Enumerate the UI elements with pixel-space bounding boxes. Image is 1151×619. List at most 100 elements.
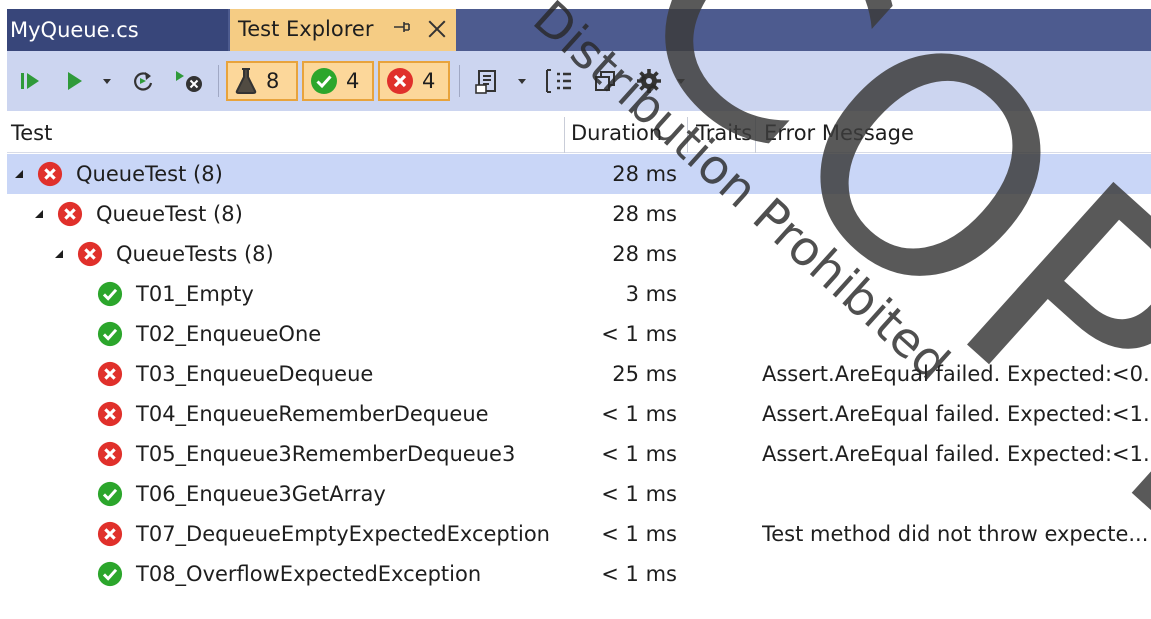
toolbar-separator bbox=[218, 65, 219, 97]
tab-label: MyQueue.cs bbox=[10, 18, 139, 42]
test-row[interactable]: QueueTests (8) 28 ms bbox=[7, 234, 1151, 274]
total-tests-counter[interactable]: 8 bbox=[226, 61, 298, 101]
run-dropdown[interactable] bbox=[97, 51, 117, 111]
test-error-message: Assert.AreEqual failed. Expected:<0... bbox=[762, 362, 1148, 386]
run-all-icon bbox=[21, 73, 39, 89]
copy-icon bbox=[595, 71, 615, 91]
test-duration: < 1 ms bbox=[601, 322, 677, 346]
test-name: T05_Enqueue3RememberDequeue3 bbox=[136, 442, 516, 466]
test-name: T08_OverflowExpectedException bbox=[136, 562, 482, 586]
test-duration: < 1 ms bbox=[601, 402, 677, 426]
test-row[interactable]: T07_DequeueEmptyExpectedException < 1 ms T… bbox=[7, 514, 1151, 554]
test-row[interactable]: QueueTest (8) 28 ms bbox=[7, 194, 1151, 234]
pin-icon[interactable] bbox=[391, 17, 411, 42]
test-name: T07_DequeueEmptyExpectedException bbox=[136, 522, 550, 546]
failed-icon bbox=[57, 194, 83, 234]
test-name: T04_EnqueueRememberDequeue bbox=[136, 402, 489, 426]
passed-icon bbox=[97, 554, 123, 594]
failed-icon bbox=[97, 514, 123, 554]
settings-button[interactable] bbox=[629, 51, 669, 111]
test-name: T03_EnqueueDequeue bbox=[136, 362, 374, 386]
flask-icon bbox=[235, 68, 257, 94]
failed-icon bbox=[97, 354, 123, 394]
expander-icon[interactable] bbox=[35, 194, 49, 234]
expander-icon[interactable] bbox=[55, 234, 69, 274]
failed-tests-counter[interactable]: 4 bbox=[378, 61, 450, 101]
run-icon bbox=[68, 72, 82, 90]
test-error-message: Test method did not throw expecte... bbox=[762, 522, 1148, 546]
close-icon[interactable] bbox=[427, 19, 447, 39]
test-row[interactable]: T02_EnqueueOne < 1 ms bbox=[7, 314, 1151, 354]
settings-icon bbox=[637, 69, 661, 93]
test-name: T01_Empty bbox=[136, 282, 254, 306]
test-list-header: Test Duration Traits Error Message bbox=[7, 113, 1151, 153]
total-count: 8 bbox=[266, 69, 280, 93]
playlist-button[interactable] bbox=[469, 51, 505, 111]
dropdown-arrow-icon bbox=[103, 79, 111, 84]
test-explorer-toolbar: 8 4 4 bbox=[7, 51, 1151, 111]
test-row[interactable]: QueueTest (8) 28 ms bbox=[7, 154, 1151, 194]
tab-test-explorer[interactable]: Test Explorer bbox=[230, 9, 456, 51]
failed-icon bbox=[387, 68, 413, 94]
expander-icon[interactable] bbox=[15, 154, 29, 194]
failed-count: 4 bbox=[422, 69, 436, 93]
test-duration: 28 ms bbox=[612, 242, 677, 266]
test-error-message: Assert.AreEqual failed. Expected:<1... bbox=[762, 402, 1148, 426]
group-by-dropdown[interactable] bbox=[512, 51, 532, 111]
test-duration: < 1 ms bbox=[601, 522, 677, 546]
passed-icon bbox=[97, 474, 123, 514]
column-header-traits[interactable]: Traits bbox=[696, 113, 753, 153]
column-header-test[interactable]: Test bbox=[11, 113, 52, 153]
column-header-error-message[interactable]: Error Message bbox=[764, 113, 914, 153]
debug-cancel-icon bbox=[176, 71, 202, 92]
failed-icon bbox=[97, 394, 123, 434]
test-name: T06_Enqueue3GetArray bbox=[136, 482, 386, 506]
passed-count: 4 bbox=[346, 69, 360, 93]
test-row[interactable]: T01_Empty 3 ms bbox=[7, 274, 1151, 314]
passed-icon bbox=[311, 68, 337, 94]
run-all-button[interactable] bbox=[13, 51, 49, 111]
run-button[interactable] bbox=[59, 51, 89, 111]
test-error-message: Assert.AreEqual failed. Expected:<1... bbox=[762, 442, 1148, 466]
hierarchy-icon bbox=[546, 69, 571, 93]
test-row[interactable]: T03_EnqueueDequeue 25 ms Assert.AreEqual f… bbox=[7, 354, 1151, 394]
document-tab-strip: MyQueue.cs Test Explorer bbox=[7, 9, 1151, 51]
test-duration: 25 ms bbox=[612, 362, 677, 386]
tab-myqueue-cs[interactable]: MyQueue.cs bbox=[7, 9, 228, 51]
test-name: QueueTest (8) bbox=[96, 202, 243, 226]
column-divider[interactable] bbox=[755, 117, 756, 153]
column-divider[interactable] bbox=[687, 117, 688, 153]
test-list: QueueTest (8) 28 ms QueueTest (8) 28 ms Queu… bbox=[7, 154, 1151, 594]
passed-icon bbox=[97, 314, 123, 354]
failed-icon bbox=[77, 234, 103, 274]
test-duration: 3 ms bbox=[625, 282, 677, 306]
dropdown-arrow-icon bbox=[677, 79, 685, 84]
test-row[interactable]: T05_Enqueue3RememberDequeue3 < 1 ms Assert… bbox=[7, 434, 1151, 474]
test-row[interactable]: T04_EnqueueRememberDequeue < 1 ms Assert.A… bbox=[7, 394, 1151, 434]
test-duration: < 1 ms bbox=[601, 562, 677, 586]
passed-icon bbox=[97, 274, 123, 314]
repeat-last-run-icon bbox=[134, 72, 153, 91]
test-name: QueueTests (8) bbox=[116, 242, 274, 266]
repeat-last-run-button[interactable] bbox=[125, 51, 161, 111]
test-name: T02_EnqueueOne bbox=[136, 322, 322, 346]
passed-tests-counter[interactable]: 4 bbox=[302, 61, 374, 101]
test-duration: 28 ms bbox=[612, 202, 677, 226]
debug-cancel-button[interactable] bbox=[169, 51, 209, 111]
dropdown-arrow-icon bbox=[518, 79, 526, 84]
failed-icon bbox=[37, 154, 63, 194]
test-name: QueueTest (8) bbox=[76, 162, 223, 186]
hierarchy-button[interactable] bbox=[539, 51, 579, 111]
copy-button[interactable] bbox=[587, 51, 623, 111]
toolbar-separator bbox=[459, 65, 460, 97]
column-header-duration[interactable]: Duration bbox=[571, 113, 662, 153]
test-row[interactable]: T06_Enqueue3GetArray < 1 ms bbox=[7, 474, 1151, 514]
playlist-icon bbox=[475, 70, 496, 94]
failed-icon bbox=[97, 434, 123, 474]
tab-label: Test Explorer bbox=[238, 17, 374, 41]
column-divider[interactable] bbox=[564, 117, 565, 153]
test-duration: 28 ms bbox=[612, 162, 677, 186]
test-row[interactable]: T08_OverflowExpectedException < 1 ms bbox=[7, 554, 1151, 594]
settings-dropdown[interactable] bbox=[671, 51, 691, 111]
test-duration: < 1 ms bbox=[601, 482, 677, 506]
